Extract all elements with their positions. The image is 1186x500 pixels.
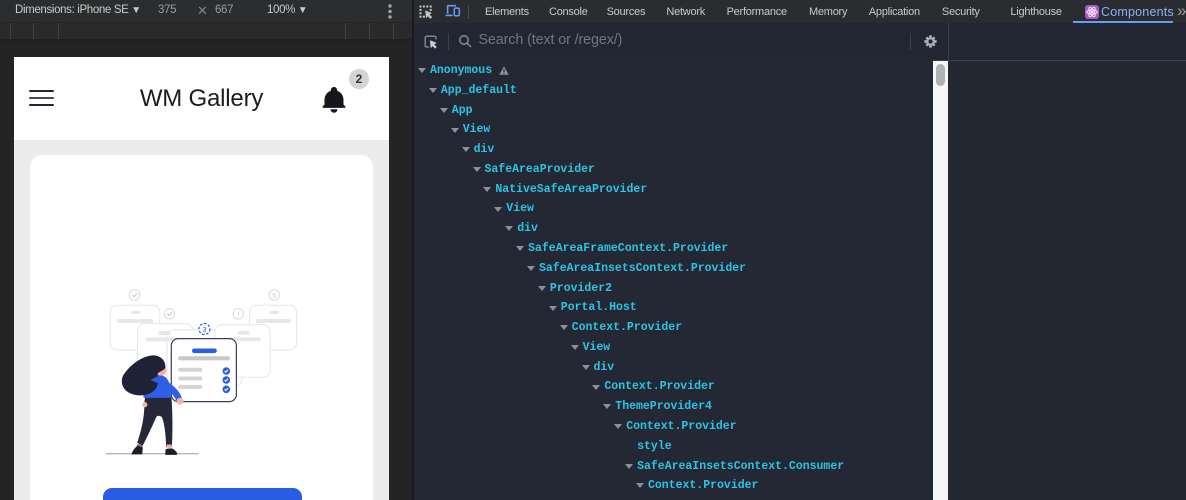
svg-text:!: !: [237, 312, 239, 319]
svg-text:5: 5: [272, 293, 276, 300]
svg-text:3: 3: [202, 327, 206, 334]
